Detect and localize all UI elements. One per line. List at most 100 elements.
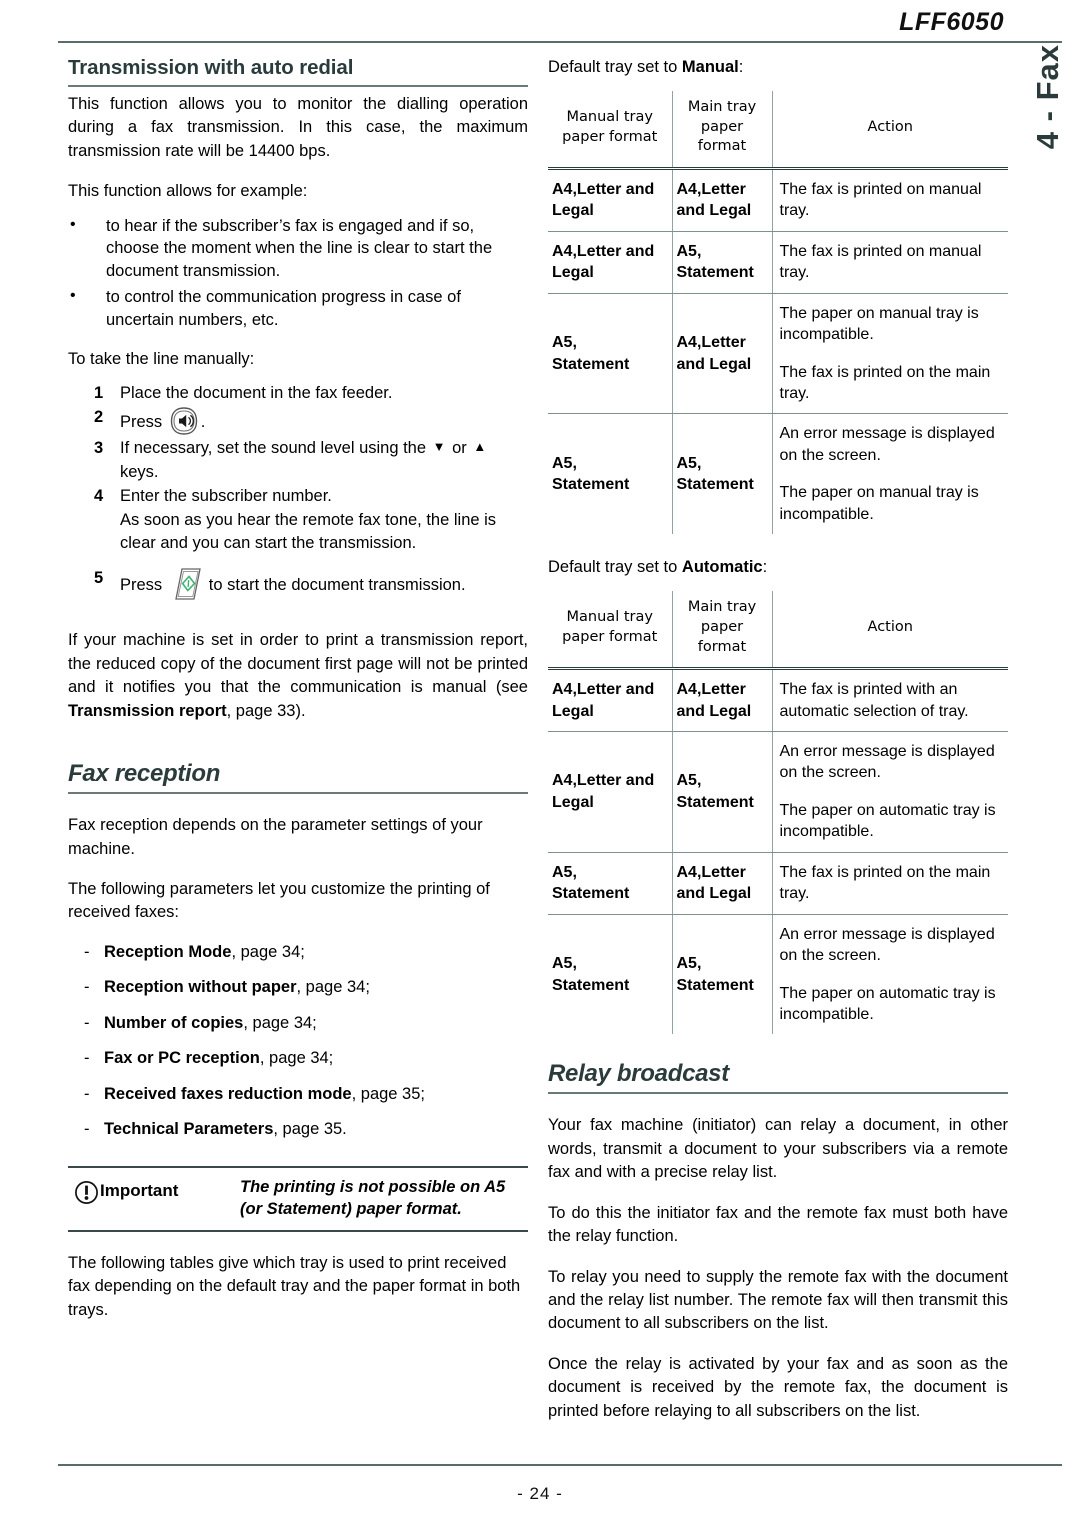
- cell-line: Legal: [552, 264, 594, 282]
- param-label: Reception Mode: [104, 942, 232, 961]
- procedure-steps: 1 Place the document in the fax feeder. …: [68, 382, 528, 602]
- cell-line: and Legal: [676, 355, 752, 373]
- cell-action: An error message is displayed on the scr…: [772, 914, 1008, 1034]
- cell-line: Legal: [552, 202, 594, 220]
- cell-line: and Legal: [676, 885, 752, 903]
- table-row: A5, Statement A5, Statement An error mes…: [548, 914, 1008, 1035]
- action-text: The fax is printed on the main tray.: [779, 363, 991, 403]
- cell-line: A4,Letter and: [552, 180, 655, 198]
- cell-line: A5,: [676, 955, 702, 973]
- list-item: Received faxes reduction mode, page 35;: [68, 1084, 528, 1106]
- cell-line: Legal: [552, 702, 594, 720]
- step-3: 3 If necessary, set the sound level usin…: [68, 437, 528, 484]
- cell-line: Statement: [676, 976, 754, 994]
- param-ref: , page 35.: [273, 1120, 347, 1139]
- step-number: 3: [94, 439, 104, 458]
- list-item: Fax or PC reception, page 34;: [68, 1048, 528, 1070]
- footer-divider: [58, 1464, 1062, 1466]
- cell-line: Statement: [676, 264, 754, 282]
- cell-line: Statement: [552, 885, 630, 903]
- header-line: paper format: [562, 628, 658, 645]
- section-heading-transmission-auto-redial: Transmission with auto redial: [68, 56, 528, 87]
- step-text-continued: As soon as you hear the remote fax tone,…: [120, 510, 497, 553]
- start-key-icon: [173, 567, 203, 601]
- relay-paragraph: Your fax machine (initiator) can relay a…: [548, 1116, 1008, 1182]
- column-header-manual-tray: Manual tray paper format: [548, 591, 673, 669]
- table-header: Manual tray paper format Main tray paper…: [548, 91, 1008, 169]
- fax-reception-paragraph: Fax reception depends on the parameter s…: [68, 816, 483, 858]
- cell-line: A4,Letter: [676, 863, 746, 881]
- step-5: 5 Press to start the document transmissi…: [68, 567, 528, 601]
- cell-main-format: A4,Letter and Legal: [672, 293, 773, 415]
- param-label: Number of copies: [104, 1013, 244, 1032]
- left-column: Transmission with auto redial This funct…: [68, 56, 528, 1339]
- cell-line: A5,: [552, 454, 577, 472]
- intro-after: :: [762, 558, 768, 577]
- table-body: A4,Letter and Legal A4,Letter and Legal …: [548, 668, 1008, 1035]
- column-header-main-tray: Main tray paper format: [672, 91, 773, 169]
- param-ref: , page 34;: [259, 1049, 334, 1068]
- cell-manual-format: A4,Letter and Legal: [548, 168, 673, 232]
- section-heading-relay-broadcast: Relay broadcast: [548, 1060, 1008, 1095]
- cell-line: A5,: [676, 242, 702, 260]
- header-line: Action: [867, 619, 913, 636]
- cell-line: A4,Letter: [676, 334, 746, 352]
- chapter-side-tab-label: 4 - Fax: [1030, 44, 1065, 150]
- report-text-bold: Transmission report: [68, 701, 227, 720]
- cell-action: The paper on manual tray is incompatible…: [772, 293, 1008, 415]
- header-line: Main tray: [687, 99, 757, 116]
- speaker-key-icon: [167, 406, 201, 436]
- cell-line: Statement: [552, 476, 630, 494]
- action-text: An error message is displayed on the scr…: [779, 925, 995, 965]
- list-item: Number of copies, page 34;: [68, 1013, 528, 1035]
- cell-line: A5,: [552, 863, 577, 881]
- column-header-main-tray: Main tray paper format: [672, 591, 773, 669]
- cell-action: The fax is printed on manual tray.: [772, 231, 1008, 294]
- cell-main-format: A4,Letter and Legal: [672, 668, 773, 733]
- intro-bold: Automatic: [681, 558, 763, 577]
- cell-line: A5,: [552, 955, 577, 973]
- cell-line: Legal: [552, 793, 594, 811]
- header-line: Main tray: [687, 599, 757, 616]
- param-ref: , page 35;: [351, 1084, 425, 1103]
- cell-main-format: A5, Statement: [672, 914, 773, 1035]
- cell-action: The fax is printed with an automatic sel…: [772, 668, 1008, 733]
- header-title: LFF6050: [899, 8, 1004, 36]
- action-text: The fax is printed with an automatic sel…: [779, 681, 969, 720]
- automatic-table-intro: Default tray set to Automatic:: [548, 556, 1008, 578]
- example-bullet-list: to hear if the subscriber’s fax is engag…: [68, 214, 528, 332]
- table-row: A4,Letter and Legal A4,Letter and Legal …: [548, 668, 1008, 733]
- action-text: The paper on manual tray is incompatible…: [779, 484, 979, 523]
- table-row: A5, Statement A4,Letter and Legal The pa…: [548, 293, 1008, 415]
- arrow-down-icon: ▼: [432, 439, 446, 455]
- cell-line: A4,Letter and: [552, 772, 655, 790]
- step-text-mid: or: [452, 439, 467, 458]
- step-text: Enter the subscriber number.: [120, 487, 332, 506]
- cell-line: Statement: [676, 476, 754, 494]
- list-item: Reception without paper, page 34;: [68, 977, 528, 999]
- table-header: Manual tray paper format Main tray paper…: [548, 591, 1008, 669]
- manual-table-intro: Default tray set to Manual:: [548, 56, 1008, 78]
- cell-manual-format: A5, Statement: [548, 293, 673, 415]
- step-4: 4 Enter the subscriber number. As soon a…: [68, 485, 528, 555]
- cell-main-format: A4,Letter and Legal: [672, 852, 773, 915]
- cell-main-format: A5, Statement: [672, 413, 773, 535]
- step-number: 5: [94, 569, 104, 588]
- column-header-manual-tray: Manual tray paper format: [548, 91, 673, 169]
- param-label: Received faxes reduction mode: [104, 1084, 352, 1103]
- cell-line: A4,Letter and: [552, 681, 655, 699]
- param-label: Reception without paper: [104, 978, 297, 997]
- transmission-report-paragraph: If your machine is set in order to print…: [68, 629, 528, 723]
- step-text: If necessary, set the sound level using …: [120, 439, 427, 458]
- cell-manual-format: A4,Letter and Legal: [548, 231, 673, 294]
- chapter-side-tab: 4 - Fax: [1022, 44, 1074, 244]
- parameters-list: Reception Mode , page 34; Reception witho…: [68, 942, 528, 1141]
- cell-manual-format: A5, Statement: [548, 413, 673, 535]
- important-note-label-group: Important: [68, 1177, 240, 1205]
- intro-paragraph: This function allows you to monitor the …: [68, 95, 528, 160]
- action-text: The paper on manual tray is incompatible…: [779, 304, 979, 344]
